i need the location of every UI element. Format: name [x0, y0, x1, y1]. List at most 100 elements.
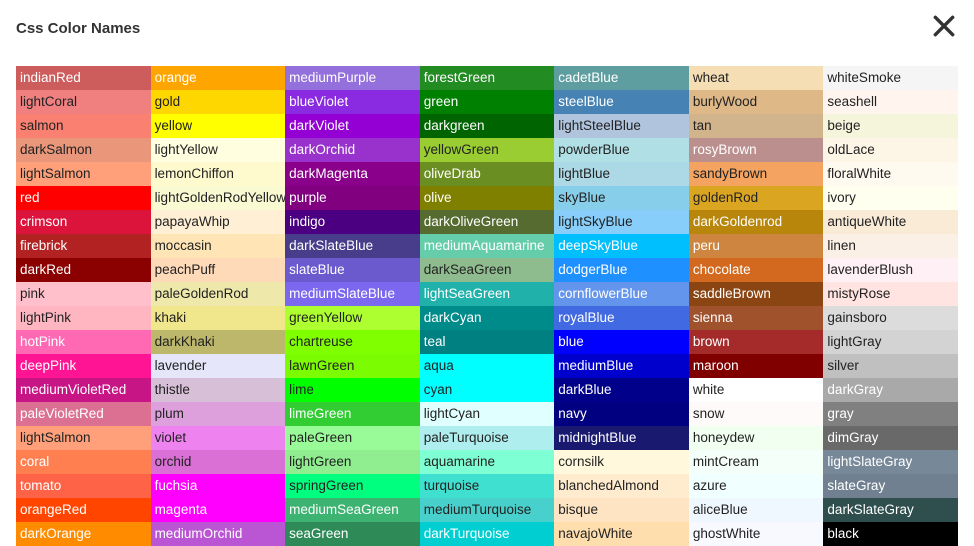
color-swatch-lightGreen[interactable]: lightGreen: [285, 450, 420, 474]
color-swatch-lightSlateGray[interactable]: lightSlateGray: [823, 450, 958, 474]
color-swatch-floralWhite[interactable]: floralWhite: [823, 162, 958, 186]
color-swatch-snow[interactable]: snow: [689, 402, 824, 426]
color-swatch-limeGreen[interactable]: limeGreen: [285, 402, 420, 426]
color-swatch-salmon[interactable]: salmon: [16, 114, 151, 138]
color-swatch-whiteSmoke[interactable]: whiteSmoke: [823, 66, 958, 90]
color-swatch-seashell[interactable]: seashell: [823, 90, 958, 114]
color-swatch-darkGoldenrod[interactable]: darkGoldenrod: [689, 210, 824, 234]
color-swatch-darkKhaki[interactable]: darkKhaki: [151, 330, 286, 354]
color-swatch-lightSalmon[interactable]: lightSalmon: [16, 426, 151, 450]
color-swatch-paleGreen[interactable]: paleGreen: [285, 426, 420, 450]
color-swatch-darkRed[interactable]: darkRed: [16, 258, 151, 282]
color-swatch-sandyBrown[interactable]: sandyBrown: [689, 162, 824, 186]
color-swatch-paleTurquoise[interactable]: paleTurquoise: [420, 426, 555, 450]
color-swatch-silver[interactable]: silver: [823, 354, 958, 378]
color-swatch-cyan[interactable]: cyan: [420, 378, 555, 402]
color-swatch-aqua[interactable]: aqua: [420, 354, 555, 378]
color-swatch-magenta[interactable]: magenta: [151, 498, 286, 522]
color-swatch-royalBlue[interactable]: royalBlue: [554, 306, 689, 330]
color-swatch-mediumOrchid[interactable]: mediumOrchid: [151, 522, 286, 546]
color-swatch-paleVioletRed[interactable]: paleVioletRed: [16, 402, 151, 426]
color-swatch-darkSlateGray[interactable]: darkSlateGray: [823, 498, 958, 522]
color-swatch-ghostWhite[interactable]: ghostWhite: [689, 522, 824, 546]
color-swatch-azure[interactable]: azure: [689, 474, 824, 498]
color-swatch-indigo[interactable]: indigo: [285, 210, 420, 234]
color-swatch-slateBlue[interactable]: slateBlue: [285, 258, 420, 282]
color-swatch-yellowGreen[interactable]: yellowGreen: [420, 138, 555, 162]
color-swatch-sienna[interactable]: sienna: [689, 306, 824, 330]
color-swatch-khaki[interactable]: khaki: [151, 306, 286, 330]
color-swatch-darkSalmon[interactable]: darkSalmon: [16, 138, 151, 162]
color-swatch-moccasin[interactable]: moccasin: [151, 234, 286, 258]
color-swatch-seaGreen[interactable]: seaGreen: [285, 522, 420, 546]
color-swatch-lightSteelBlue[interactable]: lightSteelBlue: [554, 114, 689, 138]
color-swatch-purple[interactable]: purple: [285, 186, 420, 210]
color-swatch-wheat[interactable]: wheat: [689, 66, 824, 90]
color-swatch-papayaWhip[interactable]: papayaWhip: [151, 210, 286, 234]
color-swatch-blueViolet[interactable]: blueViolet: [285, 90, 420, 114]
color-swatch-cadetBlue[interactable]: cadetBlue: [554, 66, 689, 90]
color-swatch-darkViolet[interactable]: darkViolet: [285, 114, 420, 138]
color-swatch-lavender[interactable]: lavender: [151, 354, 286, 378]
color-swatch-pink[interactable]: pink: [16, 282, 151, 306]
color-swatch-burlyWood[interactable]: burlyWood: [689, 90, 824, 114]
color-swatch-white[interactable]: white: [689, 378, 824, 402]
color-swatch-beige[interactable]: beige: [823, 114, 958, 138]
color-swatch-antiqueWhite[interactable]: antiqueWhite: [823, 210, 958, 234]
color-swatch-slateGray[interactable]: slateGray: [823, 474, 958, 498]
color-swatch-gold[interactable]: gold: [151, 90, 286, 114]
color-swatch-midnightBlue[interactable]: midnightBlue: [554, 426, 689, 450]
color-swatch-teal[interactable]: teal: [420, 330, 555, 354]
color-swatch-mediumPurple[interactable]: mediumPurple: [285, 66, 420, 90]
color-swatch-honeydew[interactable]: honeydew: [689, 426, 824, 450]
color-swatch-gainsboro[interactable]: gainsboro: [823, 306, 958, 330]
color-swatch-dimGray[interactable]: dimGray: [823, 426, 958, 450]
color-swatch-green[interactable]: green: [420, 90, 555, 114]
color-swatch-violet[interactable]: violet: [151, 426, 286, 450]
color-swatch-fuchsia[interactable]: fuchsia: [151, 474, 286, 498]
color-swatch-hotPink[interactable]: hotPink: [16, 330, 151, 354]
color-swatch-forestGreen[interactable]: forestGreen: [420, 66, 555, 90]
color-swatch-bisque[interactable]: bisque: [554, 498, 689, 522]
color-swatch-tomato[interactable]: tomato: [16, 474, 151, 498]
color-swatch-springGreen[interactable]: springGreen: [285, 474, 420, 498]
color-swatch-cornflowerBlue[interactable]: cornflowerBlue: [554, 282, 689, 306]
color-swatch-rosyBrown[interactable]: rosyBrown: [689, 138, 824, 162]
color-swatch-brown[interactable]: brown: [689, 330, 824, 354]
color-swatch-darkCyan[interactable]: darkCyan: [420, 306, 555, 330]
color-swatch-mediumSeaGreen[interactable]: mediumSeaGreen: [285, 498, 420, 522]
color-swatch-blanchedAlmond[interactable]: blanchedAlmond: [554, 474, 689, 498]
color-swatch-mediumAquamarine[interactable]: mediumAquamarine: [420, 234, 555, 258]
color-swatch-crimson[interactable]: crimson: [16, 210, 151, 234]
color-swatch-chartreuse[interactable]: chartreuse: [285, 330, 420, 354]
color-swatch-darkTurquoise[interactable]: darkTurquoise: [420, 522, 555, 546]
color-swatch-gray[interactable]: gray: [823, 402, 958, 426]
color-swatch-plum[interactable]: plum: [151, 402, 286, 426]
color-swatch-darkBlue[interactable]: darkBlue: [554, 378, 689, 402]
color-swatch-lightGray[interactable]: lightGray: [823, 330, 958, 354]
color-swatch-linen[interactable]: linen: [823, 234, 958, 258]
color-swatch-black[interactable]: black: [823, 522, 958, 546]
color-swatch-navajoWhite[interactable]: navajoWhite: [554, 522, 689, 546]
color-swatch-darkgreen[interactable]: darkgreen: [420, 114, 555, 138]
color-swatch-lightGoldenRodYellow[interactable]: lightGoldenRodYellow: [151, 186, 286, 210]
color-swatch-orange[interactable]: orange: [151, 66, 286, 90]
color-swatch-paleGoldenRod[interactable]: paleGoldenRod: [151, 282, 286, 306]
color-swatch-darkGray[interactable]: darkGray: [823, 378, 958, 402]
close-button[interactable]: [930, 14, 958, 42]
color-swatch-ivory[interactable]: ivory: [823, 186, 958, 210]
color-swatch-mediumTurquoise[interactable]: mediumTurquoise: [420, 498, 555, 522]
color-swatch-yellow[interactable]: yellow: [151, 114, 286, 138]
color-swatch-navy[interactable]: navy: [554, 402, 689, 426]
color-swatch-red[interactable]: red: [16, 186, 151, 210]
color-swatch-darkOliveGreen[interactable]: darkOliveGreen: [420, 210, 555, 234]
color-swatch-darkSeaGreen[interactable]: darkSeaGreen: [420, 258, 555, 282]
color-swatch-deepSkyBlue[interactable]: deepSkyBlue: [554, 234, 689, 258]
color-swatch-aquamarine[interactable]: aquamarine: [420, 450, 555, 474]
color-swatch-skyBlue[interactable]: skyBlue: [554, 186, 689, 210]
color-swatch-mediumBlue[interactable]: mediumBlue: [554, 354, 689, 378]
color-swatch-lightPink[interactable]: lightPink: [16, 306, 151, 330]
color-swatch-tan[interactable]: tan: [689, 114, 824, 138]
color-swatch-oldLace[interactable]: oldLace: [823, 138, 958, 162]
color-swatch-lightCyan[interactable]: lightCyan: [420, 402, 555, 426]
